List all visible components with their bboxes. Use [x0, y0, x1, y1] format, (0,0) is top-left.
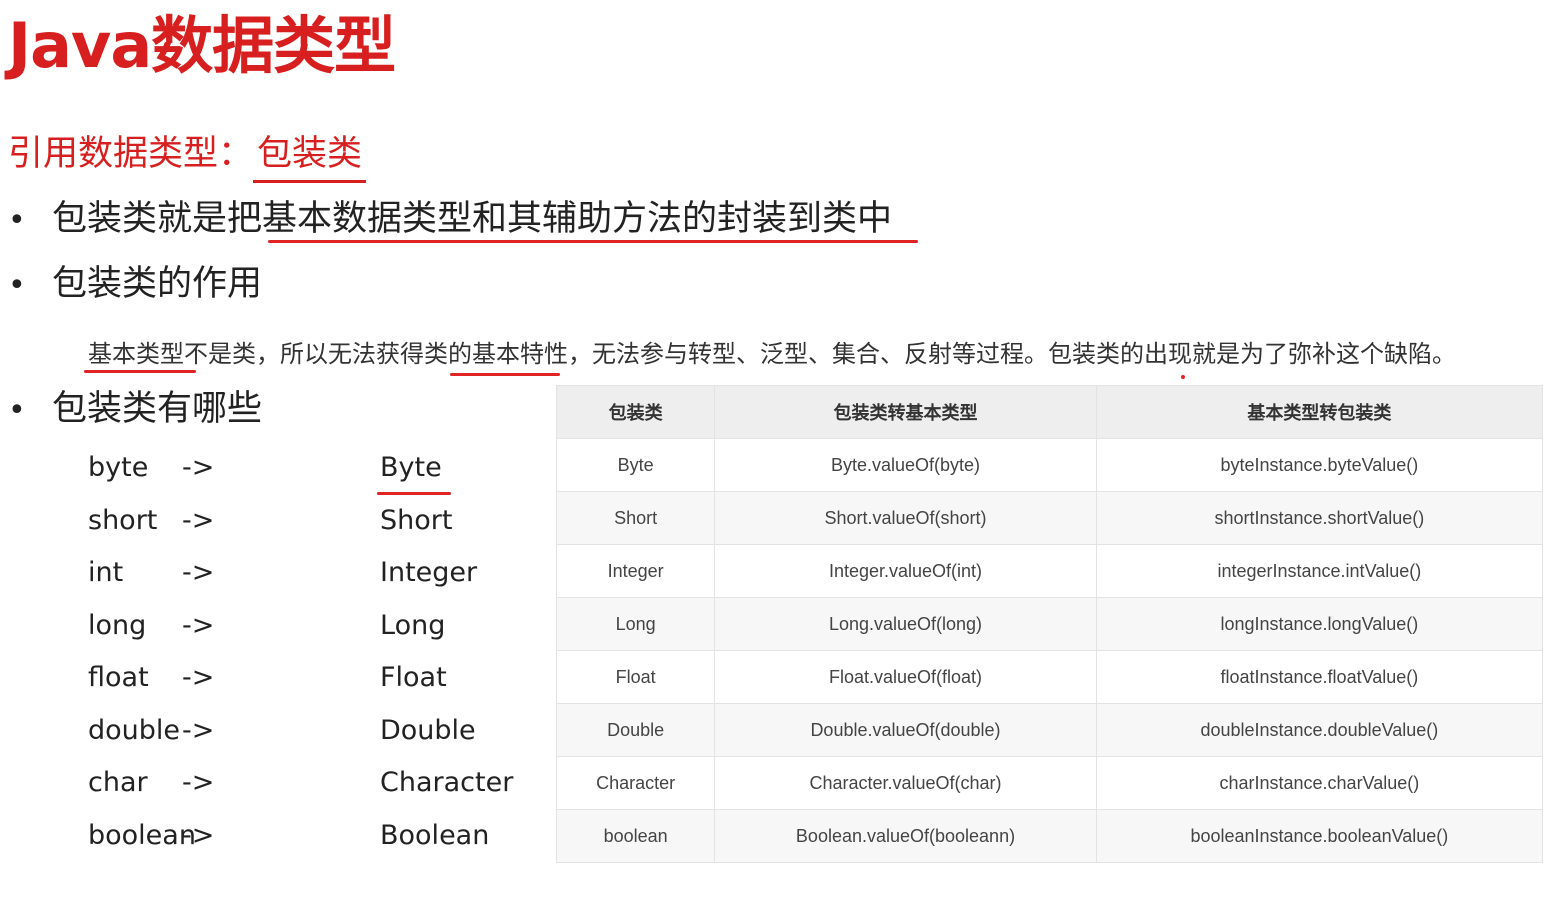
table-cell: booleanInstance.booleanValue() [1095, 809, 1544, 863]
mapping-arrow: -> [182, 662, 215, 693]
primitive-type: float [88, 662, 149, 693]
table-header-cell: 基本类型转包装类 [1095, 385, 1544, 439]
table-cell: floatInstance.floatValue() [1095, 650, 1544, 704]
wrapper-type: Character [380, 767, 514, 798]
table-cell: doubleInstance.doubleValue() [1095, 703, 1544, 757]
table-row: Short Short.valueOf(short) shortInstance… [555, 491, 1544, 545]
bullet-dot-icon: • [8, 393, 26, 428]
primitive-type: byte [88, 452, 149, 483]
bullet-definition: • 包装类就是把基本数据类型和其辅助方法的封装到类中 [8, 195, 892, 245]
annotation-underline [377, 492, 451, 495]
annotation-underline [450, 373, 560, 376]
mapping-arrow: -> [182, 609, 215, 641]
mapping-row: short -> Short [88, 503, 528, 556]
table-row: Character Character.valueOf(char) charIn… [555, 756, 1544, 810]
table-cell: Float [555, 650, 716, 704]
table-cell: integerInstance.intValue() [1095, 544, 1544, 598]
bullet-dot-icon: • [8, 203, 26, 238]
table-cell: Long [555, 597, 716, 651]
bullet-list-label: 包装类有哪些 [52, 389, 263, 429]
mapping-arrow: -> [182, 557, 215, 588]
wrapper-type: Float [380, 662, 447, 693]
wrapper-type: Integer [380, 557, 478, 588]
mapping-arrow: -> [182, 452, 215, 483]
table-cell: Boolean.valueOf(booleann) [714, 809, 1097, 863]
table-cell: Integer.valueOf(int) [714, 544, 1097, 598]
table-cell: charInstance.charValue() [1095, 756, 1544, 810]
annotation-underline [84, 370, 196, 373]
bullet-purpose-label: 包装类的作用 [52, 264, 263, 304]
table-cell: Byte [555, 438, 716, 492]
table-row: Float Float.valueOf(float) floatInstance… [555, 650, 1544, 704]
bullet-dot-icon: • [8, 268, 26, 303]
table-row: boolean Boolean.valueOf(booleann) boolea… [555, 809, 1544, 863]
wrapper-type: Short [380, 504, 453, 536]
mapping-row: float -> Float [88, 660, 528, 713]
annotation-dot [1181, 375, 1185, 379]
primitive-type: int [88, 557, 124, 588]
mapping-arrow: -> [182, 767, 215, 798]
table-cell: Float.valueOf(float) [714, 650, 1097, 704]
mapping-row: long -> Long [88, 608, 528, 661]
table-row: Integer Integer.valueOf(int) integerInst… [555, 544, 1544, 598]
bullet-list: • 包装类有哪些 [8, 385, 262, 435]
annotation-underline [268, 240, 918, 243]
primitive-type: double [88, 714, 181, 746]
table-header-row: 包装类 包装类转基本类型 基本类型转包装类 [555, 385, 1544, 439]
table-cell: Character.valueOf(char) [714, 756, 1097, 810]
wrapper-type: Boolean [380, 819, 490, 851]
bullet-definition-underlined: 基本数据类型和其辅助方法的封装到类中 [262, 199, 893, 239]
table-cell: Double.valueOf(double) [714, 703, 1097, 757]
table-header-cell: 包装类转基本类型 [714, 385, 1097, 439]
table-cell: Double [555, 703, 716, 757]
mapping-row: byte -> Byte [88, 450, 528, 503]
table-row: Double Double.valueOf(double) doubleInst… [555, 703, 1544, 757]
table-cell: shortInstance.shortValue() [1095, 491, 1544, 545]
table-cell: Byte.valueOf(byte) [714, 438, 1097, 492]
table-cell: Long.valueOf(long) [714, 597, 1097, 651]
bullet-definition-prefix: 包装类就是把 [52, 199, 263, 239]
mapping-row: boolean -> Boolean [88, 818, 528, 871]
page-title: Java数据类型 [8, 9, 396, 82]
mapping-row: char -> Character [88, 765, 528, 818]
table-cell: Short [555, 491, 716, 545]
table-cell: longInstance.longValue() [1095, 597, 1544, 651]
subtitle-highlight: 包装类 [253, 130, 367, 183]
table-cell: byteInstance.byteValue() [1095, 438, 1544, 492]
table-cell: boolean [555, 809, 716, 863]
table-header-cell: 包装类 [555, 385, 716, 439]
mapping-arrow: -> [182, 504, 215, 536]
wrapper-type: Long [380, 609, 446, 641]
table-cell: Integer [555, 544, 716, 598]
table-row: Long Long.valueOf(long) longInstance.lon… [555, 597, 1544, 651]
table-cell: Short.valueOf(short) [714, 491, 1097, 545]
table-row: Byte Byte.valueOf(byte) byteInstance.byt… [555, 438, 1544, 492]
primitive-type: short [88, 504, 158, 536]
purpose-description: 基本类型不是类，所以无法获得类的基本特性，无法参与转型、泛型、集合、反射等过程。… [88, 340, 1456, 368]
bullet-purpose: • 包装类的作用 [8, 260, 262, 310]
mapping-row: double -> Double [88, 713, 528, 766]
primitive-type: long [88, 609, 147, 641]
primitive-type: boolean [88, 819, 196, 851]
subtitle-prefix: 引用数据类型： [8, 134, 254, 174]
table-cell: Character [555, 756, 716, 810]
mapping-row: int -> Integer [88, 555, 528, 608]
wrapper-type: Double [380, 714, 476, 746]
mapping-arrow: -> [182, 819, 215, 851]
mapping-arrow: -> [182, 714, 215, 746]
section-subtitle: 引用数据类型： 包装类 [8, 130, 367, 183]
primitive-type: char [88, 767, 148, 798]
wrapper-conversion-table: 包装类 包装类转基本类型 基本类型转包装类 Byte Byte.valueOf(… [555, 385, 1544, 863]
type-mapping-list: byte -> Byte short -> Short int -> Integ… [88, 450, 528, 870]
wrapper-type: Byte [380, 452, 442, 483]
